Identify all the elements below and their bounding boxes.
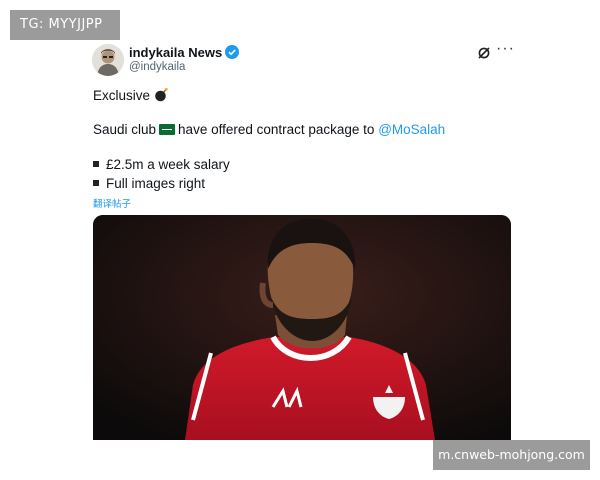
author-handle[interactable]: @indykaila — [129, 61, 185, 73]
more-options-icon[interactable]: ··· — [496, 40, 515, 58]
watermark-bottom-right: m.cnweb-mohjong.com — [433, 440, 590, 470]
bullet-marker — [93, 161, 99, 167]
tweet-line-exclusive: Exclusive — [93, 87, 169, 103]
verified-badge-icon — [225, 45, 240, 59]
bullet-marker — [93, 180, 99, 186]
watermark-top-left: TG: MYYJJPP — [10, 10, 120, 40]
bullet-item: Full images right — [93, 176, 205, 191]
tweet-line-offer: Saudi club have offered contract package … — [93, 122, 446, 137]
bomb-emoji-icon — [154, 87, 168, 102]
player-photo — [93, 215, 511, 440]
tweet-media-photo[interactable] — [93, 215, 511, 440]
mention-link[interactable]: @MoSalah — [378, 122, 445, 137]
saudi-flag-icon — [159, 124, 176, 135]
bullet-item: £2.5m a week salary — [93, 157, 230, 172]
grok-icon[interactable] — [477, 46, 491, 60]
author-name[interactable]: indykaila News — [129, 45, 240, 60]
avatar[interactable] — [92, 44, 124, 76]
translate-link[interactable]: 翻译帖子 — [93, 196, 131, 210]
